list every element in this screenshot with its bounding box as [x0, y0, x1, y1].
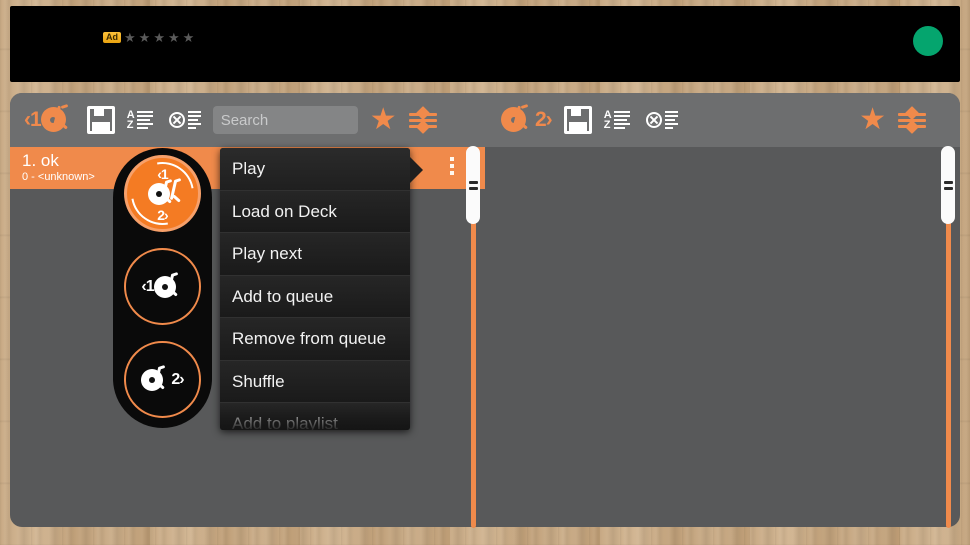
- track-title: 1. ok: [22, 151, 59, 170]
- toolbar: ‹1 AZ Search ★ 2› A Z ★: [10, 93, 960, 147]
- deck-2-button[interactable]: 2›: [495, 100, 558, 140]
- scrollbar-thumb[interactable]: [941, 146, 955, 224]
- turntable-icon: [501, 103, 535, 135]
- menu-item-remove-from-queue[interactable]: Remove from queue: [220, 318, 410, 361]
- load-both-decks-button[interactable]: ‹1 2›: [118, 149, 207, 238]
- context-menu[interactable]: Play Load on Deck Play next Add to queue…: [220, 148, 410, 430]
- deck-2-label: 2›: [535, 108, 553, 131]
- clear-list-icon: [645, 107, 678, 133]
- menu-item-add-to-queue[interactable]: Add to queue: [220, 275, 410, 318]
- turntable-icon: [141, 364, 171, 393]
- scrollbar-grip-icon: [468, 180, 478, 190]
- rating-star-icon: ★: [124, 30, 136, 45]
- clear-list-button-left[interactable]: [163, 100, 207, 140]
- deck-2-label: 2›: [171, 370, 184, 388]
- filter-icon: [408, 105, 437, 135]
- ad-banner[interactable]: Ad ★ ★ ★ ★ ★: [10, 6, 960, 82]
- turntable-icon: [40, 103, 75, 135]
- star-icon: ★: [859, 103, 886, 136]
- scrollbar-left[interactable]: [466, 146, 480, 528]
- clear-list-button-right[interactable]: [640, 100, 684, 140]
- menu-item-shuffle[interactable]: Shuffle: [220, 360, 410, 403]
- menu-item-play-next[interactable]: Play next: [220, 233, 410, 276]
- deck-1-label: ‹1: [24, 108, 42, 131]
- ad-indicator-circle: [913, 26, 943, 56]
- deck-both-bottom-label: 2›: [157, 206, 168, 223]
- filter-button-left[interactable]: [403, 100, 443, 140]
- both-decks-icon: ‹1 2›: [137, 166, 189, 223]
- scrollbar-thumb[interactable]: [466, 146, 480, 224]
- clear-list-icon: [168, 107, 201, 133]
- ad-rating: Ad ★ ★ ★ ★ ★: [103, 31, 194, 44]
- filter-icon: [898, 105, 926, 135]
- deck-1-button[interactable]: ‹1: [18, 100, 81, 140]
- load-deck-1-button[interactable]: ‹1: [124, 248, 201, 325]
- favorites-button-left[interactable]: ★: [364, 100, 403, 140]
- star-icon: ★: [369, 103, 397, 136]
- more-options-icon[interactable]: [450, 157, 454, 175]
- rating-star-icon: ★: [182, 30, 195, 45]
- ad-badge: Ad: [103, 31, 121, 44]
- scrollbar-grip-icon: [943, 180, 953, 190]
- menu-item-add-to-playlist[interactable]: Add to playlist: [220, 403, 410, 430]
- menu-item-play[interactable]: Play: [220, 148, 410, 191]
- track-info: 1. ok 0 - <unknown>: [10, 152, 95, 184]
- deck-selector: ‹1 2› ‹1 2›: [113, 148, 212, 428]
- rating-star-icon: ★: [138, 30, 151, 45]
- favorites-button-right[interactable]: ★: [853, 100, 892, 140]
- turntable-icon: [157, 177, 187, 206]
- toolbar-right: 2› AZ ★: [485, 93, 960, 147]
- sort-az-button-left[interactable]: AZ: [121, 100, 163, 140]
- right-track-list[interactable]: [485, 147, 960, 527]
- turntable-icon: [153, 271, 184, 300]
- load-deck-2-button[interactable]: 2›: [124, 341, 201, 418]
- menu-item-load-on-deck[interactable]: Load on Deck: [220, 190, 410, 233]
- toolbar-left: ‹1 AZ Search ★: [10, 93, 485, 147]
- save-icon: [86, 106, 115, 134]
- save-icon: [563, 106, 592, 134]
- sort-az-button-right[interactable]: AZ: [598, 100, 640, 140]
- deck-1-label: ‹1: [141, 277, 154, 295]
- save-button-left[interactable]: [81, 100, 121, 140]
- filter-button-right[interactable]: [892, 100, 932, 140]
- rating-star-icon: ★: [153, 30, 165, 45]
- track-subtitle: 0 - <unknown>: [22, 171, 95, 183]
- sort-az-icon: AZ: [604, 107, 634, 133]
- scrollbar-right[interactable]: [941, 146, 955, 528]
- sort-az-icon: AZ: [127, 107, 157, 133]
- save-button-right[interactable]: [558, 100, 598, 140]
- search-input[interactable]: [212, 106, 358, 134]
- rating-star-icon: ★: [167, 30, 180, 45]
- context-menu-pointer: [410, 157, 423, 183]
